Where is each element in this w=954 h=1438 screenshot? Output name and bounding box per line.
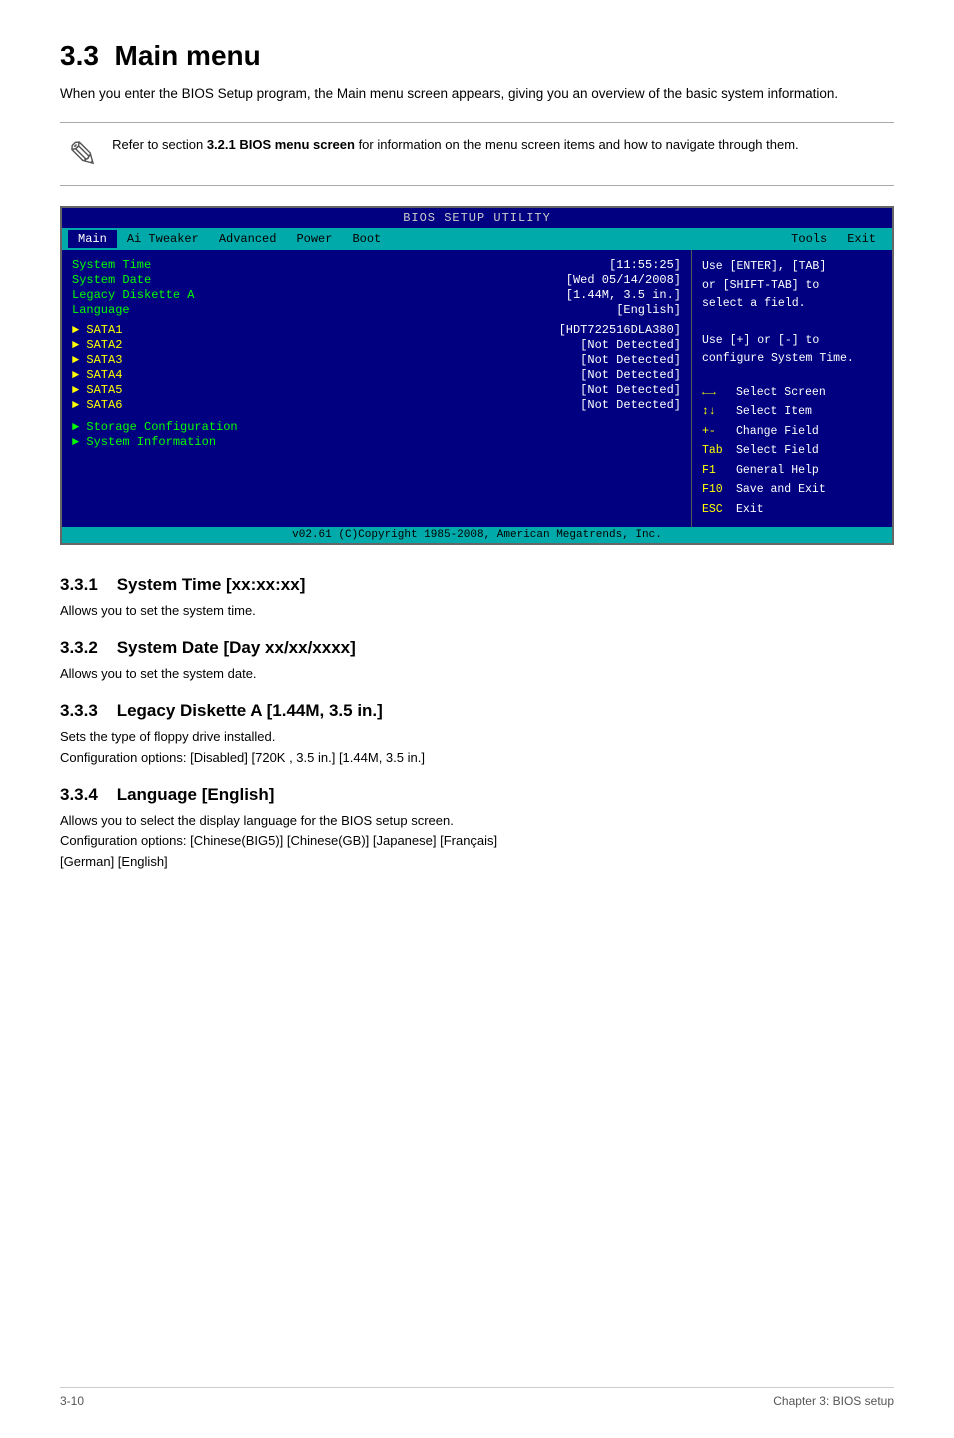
bios-system-info: ► System Information bbox=[72, 435, 681, 449]
bios-sata6: ► SATA6 [Not Detected] bbox=[72, 398, 681, 412]
bios-help-bottom: ←→ Select Screen ↕↓ Select Item +- Chang… bbox=[702, 383, 882, 520]
bios-menu-advanced[interactable]: Advanced bbox=[209, 230, 287, 248]
bios-menu-main[interactable]: Main bbox=[68, 230, 117, 248]
bios-sata-section: ► SATA1 [HDT722516DLA380] ► SATA2 [Not D… bbox=[72, 323, 681, 412]
bios-menu-power[interactable]: Power bbox=[286, 230, 342, 248]
bios-screen: BIOS SETUP UTILITY Main Ai Tweaker Advan… bbox=[60, 206, 894, 545]
subsection-title-3-3-3: 3.3.3 Legacy Diskette A [1.44M, 3.5 in.] bbox=[60, 701, 894, 721]
bios-help-select-field: Tab Select Field bbox=[702, 441, 882, 461]
bios-left-panel: System Time [11:55:25] System Date [Wed … bbox=[62, 250, 692, 527]
subsection-body-3-3-4: Allows you to select the display languag… bbox=[60, 811, 894, 873]
bios-menu-boot[interactable]: Boot bbox=[342, 230, 391, 248]
bios-sata2: ► SATA2 [Not Detected] bbox=[72, 338, 681, 352]
bios-title-bar: BIOS SETUP UTILITY bbox=[62, 208, 892, 228]
bios-sub-items: ► Storage Configuration ► System Informa… bbox=[72, 420, 681, 449]
subsection-title-3-3-4: 3.3.4 Language [English] bbox=[60, 785, 894, 805]
footer-chapter: Chapter 3: BIOS setup bbox=[773, 1394, 894, 1408]
bios-main-fields: System Time [11:55:25] System Date [Wed … bbox=[72, 258, 681, 317]
bios-help-esc: ESC Exit bbox=[702, 500, 882, 520]
bios-field-legacy-diskette: Legacy Diskette A [1.44M, 3.5 in.] bbox=[72, 288, 681, 302]
bios-field-system-time: System Time [11:55:25] bbox=[72, 258, 681, 272]
bios-right-panel: Use [ENTER], [TAB] or [SHIFT-TAB] to sel… bbox=[692, 250, 892, 527]
subsection-title-3-3-2: 3.3.2 System Date [Day xx/xx/xxxx] bbox=[60, 638, 894, 658]
bios-help-change-field: +- Change Field bbox=[702, 422, 882, 442]
bios-help-top: Use [ENTER], [TAB] or [SHIFT-TAB] to sel… bbox=[702, 258, 882, 368]
bios-menu-exit[interactable]: Exit bbox=[837, 230, 886, 248]
bios-footer: v02.61 (C)Copyright 1985-2008, American … bbox=[62, 527, 892, 543]
bios-field-language: Language [English] bbox=[72, 303, 681, 317]
bios-help-select-item: ↕↓ Select Item bbox=[702, 402, 882, 422]
subsection-body-3-3-2: Allows you to set the system date. bbox=[60, 664, 894, 685]
footer-page-number: 3-10 bbox=[60, 1394, 84, 1408]
page-footer: 3-10 Chapter 3: BIOS setup bbox=[60, 1387, 894, 1408]
bios-storage-config: ► Storage Configuration bbox=[72, 420, 681, 434]
bios-sata5: ► SATA5 [Not Detected] bbox=[72, 383, 681, 397]
bios-help-general-help: F1 General Help bbox=[702, 461, 882, 481]
subsection-body-3-3-1: Allows you to set the system time. bbox=[60, 601, 894, 622]
bios-menu-tools[interactable]: Tools bbox=[781, 230, 837, 248]
note-box: ✎ Refer to section 3.2.1 BIOS menu scree… bbox=[60, 122, 894, 186]
subsection-title-3-3-1: 3.3.1 System Time [xx:xx:xx] bbox=[60, 575, 894, 595]
bios-help-select-screen: ←→ Select Screen bbox=[702, 383, 882, 403]
note-icon: ✎ bbox=[68, 137, 98, 173]
bios-help-save-exit: F10 Save and Exit bbox=[702, 480, 882, 500]
section-intro: When you enter the BIOS Setup program, t… bbox=[60, 84, 894, 104]
bios-body: System Time [11:55:25] System Date [Wed … bbox=[62, 250, 892, 527]
bios-menu-bar: Main Ai Tweaker Advanced Power Boot Tool… bbox=[62, 228, 892, 250]
bios-menu-ai-tweaker[interactable]: Ai Tweaker bbox=[117, 230, 209, 248]
bios-sata3: ► SATA3 [Not Detected] bbox=[72, 353, 681, 367]
bios-field-system-date: System Date [Wed 05/14/2008] bbox=[72, 273, 681, 287]
subsection-body-3-3-3: Sets the type of floppy drive installed.… bbox=[60, 727, 894, 769]
bios-sata4: ► SATA4 [Not Detected] bbox=[72, 368, 681, 382]
note-text-content: Refer to section 3.2.1 BIOS menu screen … bbox=[112, 135, 798, 155]
bios-sata1: ► SATA1 [HDT722516DLA380] bbox=[72, 323, 681, 337]
section-title: 3.3 Main menu bbox=[60, 40, 894, 72]
